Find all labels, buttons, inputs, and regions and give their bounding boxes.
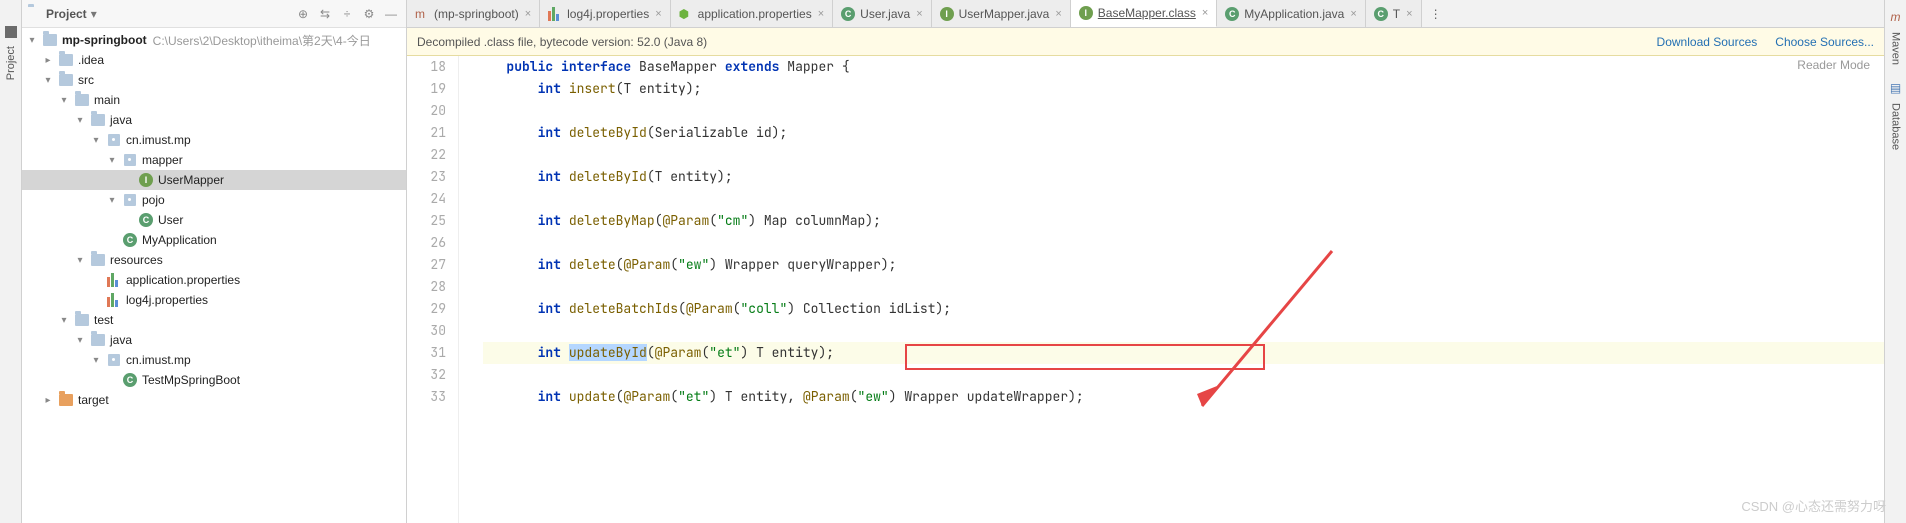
watermark: CSDN @心态还需努力呀 xyxy=(1741,496,1886,515)
tabs-overflow[interactable]: ⋮ xyxy=(1422,0,1450,27)
tab-application-props[interactable]: ⬢application.properties× xyxy=(671,0,834,27)
decompile-banner: Decompiled .class file, bytecode version… xyxy=(407,28,1884,56)
tab-mp-springboot[interactable]: m(mp-springboot)× xyxy=(407,0,540,27)
tab-myapplication[interactable]: CMyApplication.java× xyxy=(1217,0,1366,27)
close-icon[interactable]: × xyxy=(1406,8,1412,20)
interface-icon: I xyxy=(940,7,954,21)
project-tool-label[interactable]: Project xyxy=(5,46,17,80)
tree-resources[interactable]: ▾resources xyxy=(22,250,406,270)
project-view-icon xyxy=(28,7,42,21)
tab-usermapper[interactable]: IUserMapper.java× xyxy=(932,0,1071,27)
tab-trunc[interactable]: CT× xyxy=(1366,0,1422,27)
project-view-title[interactable]: Project xyxy=(46,7,87,21)
database-icon: ▤ xyxy=(1890,81,1901,95)
tree-pkg2[interactable]: ▾cn.imust.mp xyxy=(22,350,406,370)
tree-java[interactable]: ▾java xyxy=(22,110,406,130)
gutter-icons xyxy=(459,56,477,523)
maven-tool[interactable]: mMaven xyxy=(1890,10,1902,65)
collapse-icon[interactable]: ÷ xyxy=(338,5,356,23)
banner-text: Decompiled .class file, bytecode version… xyxy=(417,35,707,49)
tree-main[interactable]: ▾main xyxy=(22,90,406,110)
tree-log4j[interactable]: ▸log4j.properties xyxy=(22,290,406,310)
gear-icon[interactable]: ⚙ xyxy=(360,5,378,23)
close-icon[interactable]: × xyxy=(525,8,531,20)
download-sources-link[interactable]: Download Sources xyxy=(1657,35,1758,49)
spring-icon: ⬢ xyxy=(679,7,693,21)
tab-user[interactable]: CUser.java× xyxy=(833,0,931,27)
interface-icon: I xyxy=(1079,6,1093,20)
tree-testmp[interactable]: ▸CTestMpSpringBoot xyxy=(22,370,406,390)
close-icon[interactable]: × xyxy=(916,8,922,20)
reader-mode-label[interactable]: Reader Mode xyxy=(1797,58,1870,72)
tree-test[interactable]: ▾test xyxy=(22,310,406,330)
close-icon[interactable]: × xyxy=(1350,8,1356,20)
close-icon[interactable]: × xyxy=(655,8,661,20)
tree-myapp[interactable]: ▸CMyApplication xyxy=(22,230,406,250)
tree-root[interactable]: ▾mp-springbootC:\Users\2\Desktop\itheima… xyxy=(22,30,406,50)
editor-tabs: m(mp-springboot)× log4j.properties× ⬢app… xyxy=(407,0,1884,28)
expand-icon[interactable]: ⇆ xyxy=(316,5,334,23)
tree-java2[interactable]: ▾java xyxy=(22,330,406,350)
tree-src[interactable]: ▾src xyxy=(22,70,406,90)
tree-user[interactable]: ▸CUser xyxy=(22,210,406,230)
choose-sources-link[interactable]: Choose Sources... xyxy=(1775,35,1874,49)
close-icon[interactable]: × xyxy=(818,8,824,20)
right-tool-strip: mMaven ▤Database xyxy=(1884,0,1906,523)
close-icon[interactable]: × xyxy=(1202,7,1208,19)
maven-icon: m xyxy=(415,7,429,21)
project-tree: ▾mp-springbootC:\Users\2\Desktop\itheima… xyxy=(22,28,406,523)
class-icon: C xyxy=(1225,7,1239,21)
tree-pkg1[interactable]: ▾cn.imust.mp xyxy=(22,130,406,150)
tab-log4j[interactable]: log4j.properties× xyxy=(540,0,671,27)
code-content[interactable]: public interface BaseMapper extends Mapp… xyxy=(477,56,1884,523)
locate-icon[interactable]: ⊕ xyxy=(294,5,312,23)
line-gutter: 18192021222324252627282930313233 xyxy=(407,56,459,523)
tree-idea[interactable]: ▸.idea xyxy=(22,50,406,70)
class-icon: C xyxy=(1374,7,1388,21)
editor-area: m(mp-springboot)× log4j.properties× ⬢app… xyxy=(407,0,1884,523)
structure-icon[interactable] xyxy=(5,26,17,38)
project-panel-header: Project ▾ ⊕ ⇆ ÷ ⚙ — xyxy=(22,0,406,28)
tab-basemapper[interactable]: IBaseMapper.class× xyxy=(1071,0,1218,27)
project-panel: Project ▾ ⊕ ⇆ ÷ ⚙ — ▾mp-springbootC:\Use… xyxy=(22,0,407,523)
tree-mapper[interactable]: ▾mapper xyxy=(22,150,406,170)
close-icon[interactable]: × xyxy=(1055,8,1061,20)
left-tool-strip: Project xyxy=(0,0,22,523)
tree-appprops[interactable]: ▸application.properties xyxy=(22,270,406,290)
code-editor[interactable]: 18192021222324252627282930313233 public … xyxy=(407,56,1884,523)
hide-icon[interactable]: — xyxy=(382,5,400,23)
tree-pojo[interactable]: ▾pojo xyxy=(22,190,406,210)
class-icon: C xyxy=(841,7,855,21)
tree-usermapper[interactable]: ▸IUserMapper xyxy=(22,170,406,190)
chevron-down-icon[interactable]: ▾ xyxy=(91,7,97,21)
database-tool[interactable]: ▤Database xyxy=(1890,81,1902,150)
tree-target[interactable]: ▸target xyxy=(22,390,406,410)
props-icon xyxy=(548,7,562,21)
